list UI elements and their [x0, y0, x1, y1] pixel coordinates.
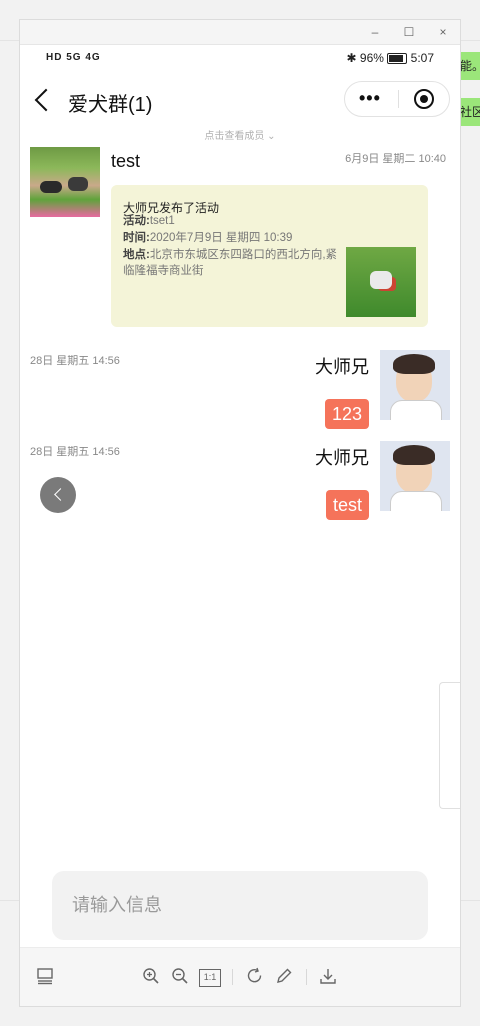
message-time: 28日 星期五 14:56	[30, 446, 120, 458]
message-bubble[interactable]: 123	[324, 399, 369, 429]
hair-shape	[393, 445, 435, 465]
edit-icon[interactable]	[274, 967, 294, 987]
window-titlebar: – ☐ ×	[20, 20, 460, 45]
message-bubble[interactable]: test	[325, 490, 369, 520]
status-right: ✱ 96% 5:07	[347, 51, 434, 65]
side-label-bottom: 社区	[460, 98, 480, 126]
status-time: 5:07	[410, 51, 434, 65]
activity-image[interactable]	[346, 247, 416, 317]
hair-shape	[393, 354, 435, 374]
close-button[interactable]: ×	[426, 20, 460, 44]
card-location-row: 地点:北京市东城区东四路口的西北方向,紧临隆福寺商业街	[123, 247, 343, 279]
sender-name: 大师兄	[315, 357, 369, 377]
viewer-toolbar: 1:1	[20, 947, 460, 1006]
dog-shape	[370, 271, 392, 289]
body-shape	[390, 400, 442, 420]
actual-size-icon[interactable]: 1:1	[199, 969, 221, 987]
battery-icon	[387, 53, 408, 65]
avatar-dashixiong[interactable]	[380, 350, 450, 420]
back-arrow-icon[interactable]	[34, 88, 58, 112]
activity-value: tset1	[149, 215, 175, 227]
phone-window: – ☐ × HD 5G 4G ✱ 96% 5:07 爱犬群(1) ••• 点击查…	[20, 20, 460, 1006]
dog-shape	[40, 181, 62, 193]
toolbar-separator	[232, 969, 233, 985]
side-panel-handle[interactable]	[439, 682, 460, 809]
dog-shape	[68, 177, 88, 191]
toolbar-separator	[306, 969, 307, 985]
view-members-link[interactable]: 点击查看成员 ⌄	[20, 127, 460, 142]
side-label-top: 能。	[460, 52, 480, 80]
activity-card[interactable]: 大师兄发布了活动 活动:tset1 时间:2020年7月9日 星期四 10:39…	[111, 185, 428, 327]
time-label: 时间:	[123, 232, 150, 244]
battery-percent: 96%	[359, 51, 384, 65]
time-value: 2020年7月9日 星期四 10:39	[149, 232, 293, 244]
signal-indicators: HD 5G 4G	[46, 52, 101, 63]
message-input[interactable]	[52, 871, 428, 940]
zoom-in-icon[interactable]	[141, 967, 161, 987]
bluetooth-icon: ✱	[346, 51, 357, 65]
message-time: 28日 星期五 14:56	[30, 355, 120, 367]
message-time: 6月9日 星期二 10:40	[345, 153, 446, 165]
card-time-row: 时间:2020年7月9日 星期四 10:39	[123, 230, 343, 246]
minimize-button[interactable]: –	[358, 20, 392, 44]
nav-bar: 爱犬群(1) •••	[20, 80, 460, 126]
card-activity-row: 活动:tset1	[123, 213, 343, 229]
body-shape	[390, 491, 442, 511]
download-icon[interactable]	[318, 967, 338, 987]
zoom-out-icon[interactable]	[170, 967, 190, 987]
status-bar: HD 5G 4G ✱ 96% 5:07	[20, 46, 460, 72]
avatar-test[interactable]	[30, 147, 100, 217]
avatar-dashixiong[interactable]	[380, 441, 450, 511]
close-target-icon[interactable]	[414, 89, 434, 109]
mini-program-capsule: •••	[344, 81, 450, 117]
activity-label: 活动:	[123, 215, 150, 227]
more-icon[interactable]: •••	[359, 89, 381, 107]
layout-icon[interactable]	[35, 967, 55, 987]
capsule-divider	[398, 90, 399, 108]
sender-name: test	[111, 151, 141, 171]
page-title: 爱犬群(1)	[68, 94, 153, 116]
location-label: 地点:	[123, 249, 150, 261]
sender-name: 大师兄	[315, 448, 369, 468]
floating-back-button[interactable]	[40, 477, 76, 513]
maximize-button[interactable]: ☐	[392, 20, 426, 44]
location-value: 北京市东城区东四路口的西北方向,紧临隆福寺商业街	[123, 249, 338, 277]
rotate-icon[interactable]	[245, 967, 265, 987]
